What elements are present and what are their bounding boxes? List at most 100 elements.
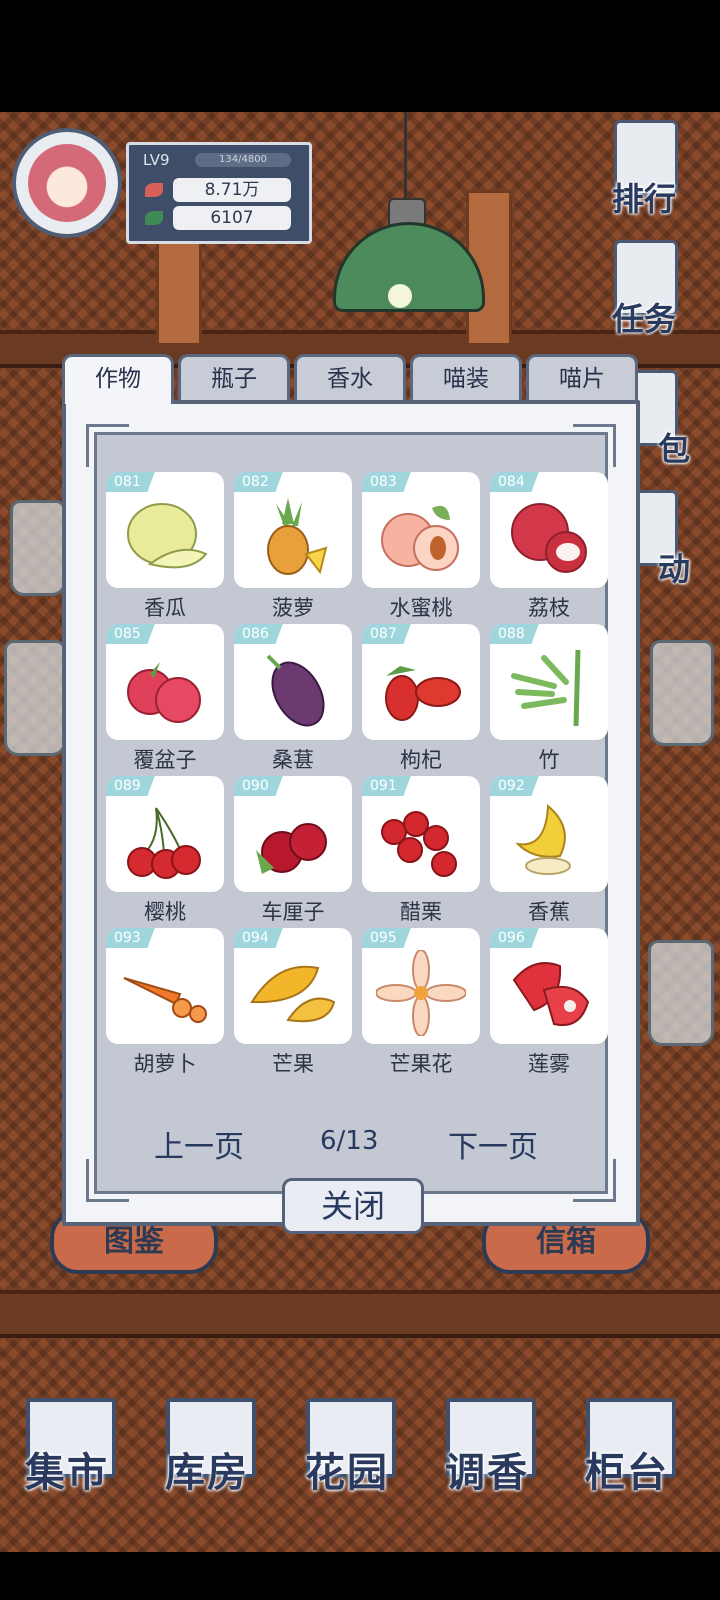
carrot-icon: [123, 977, 207, 1023]
item-name: 枸杞: [400, 748, 442, 772]
item-number: 092: [490, 776, 539, 796]
tasks-label: 任务: [611, 300, 676, 338]
ranking-button[interactable]: 排行: [598, 120, 690, 220]
nav-blend-label: 调香: [445, 1449, 529, 1496]
nav-counter[interactable]: 柜台: [572, 1398, 682, 1498]
player-profile[interactable]: LV9 134/4800 8.71万 6107: [8, 122, 312, 244]
item-number: 088: [490, 624, 539, 644]
jar: [648, 940, 714, 1046]
sweet-cherry-icon: [256, 823, 327, 874]
item-name: 香瓜: [144, 596, 186, 620]
goji-icon: [385, 666, 461, 721]
collection-tabs: 作物 瓶子 香水 喵装 喵片: [62, 354, 640, 404]
bottom-nav: 集市 库房 花园 调香 柜台: [0, 1388, 720, 1508]
tab-cat-cards[interactable]: 喵片: [526, 354, 638, 400]
item-number: 084: [490, 472, 539, 492]
avatar[interactable]: [12, 128, 122, 238]
item-card[interactable]: 093 胡萝卜: [106, 928, 224, 1076]
collection-panel: 081 香瓜 082 菠萝 083 水蜜桃 084 荔枝 085 覆盆子 086…: [62, 400, 640, 1226]
jar: [10, 500, 66, 596]
item-number: 081: [106, 472, 155, 492]
item-name: 醋栗: [400, 900, 442, 924]
nav-blend[interactable]: 调香: [432, 1398, 542, 1498]
item-card[interactable]: 084 荔枝: [490, 472, 608, 620]
tab-crops[interactable]: 作物: [62, 354, 174, 404]
item-number: 086: [234, 624, 283, 644]
nav-market[interactable]: 集市: [12, 1398, 122, 1498]
item-card[interactable]: 091 醋栗: [362, 776, 480, 924]
item-card[interactable]: 092 香蕉: [490, 776, 608, 924]
wood-beam: [156, 240, 202, 346]
leaf-count: 6107: [173, 206, 291, 230]
coin-count: 8.71万: [173, 178, 291, 202]
nav-garden[interactable]: 花园: [292, 1398, 402, 1498]
lychee-icon: [511, 503, 587, 573]
item-name: 胡萝卜: [133, 1052, 197, 1076]
exp-bar: 134/4800: [195, 153, 291, 167]
lamp-bulb: [388, 284, 412, 308]
item-card[interactable]: 082 菠萝: [234, 472, 352, 620]
close-button[interactable]: 关闭: [282, 1178, 424, 1234]
prev-page-button[interactable]: 上一页: [154, 1122, 244, 1166]
item-card[interactable]: 090 车厘子: [234, 776, 352, 924]
item-card[interactable]: 096 莲雾: [490, 928, 608, 1076]
tasks-button[interactable]: 任务: [598, 240, 690, 340]
gooseberry-icon: [381, 811, 457, 877]
nav-warehouse-label: 库房: [165, 1449, 249, 1496]
item-number: 093: [106, 928, 155, 948]
item-name: 菠萝: [272, 596, 314, 620]
tab-bottles[interactable]: 瓶子: [178, 354, 290, 400]
leaf-icon: [145, 211, 163, 225]
wax-apple-icon: [512, 962, 590, 1026]
nav-counter-label: 柜台: [585, 1449, 669, 1496]
item-number: 087: [362, 624, 411, 644]
mango-flower-icon: [376, 950, 466, 1036]
system-bar: [0, 1552, 720, 1600]
frame-corner: [86, 424, 129, 467]
item-number: 096: [490, 928, 539, 948]
item-number: 094: [234, 928, 283, 948]
item-card[interactable]: 085 覆盆子: [106, 624, 224, 772]
player-stats: LV9 134/4800 8.71万 6107: [126, 142, 312, 244]
item-card[interactable]: 087 枸杞: [362, 624, 480, 772]
counter-shelf: [0, 1290, 720, 1338]
frame-corner: [573, 424, 616, 467]
item-name: 莲雾: [528, 1052, 570, 1076]
tab-cat-outfits[interactable]: 喵装: [410, 354, 522, 400]
bamboo-icon: [511, 649, 581, 727]
item-name: 樱桃: [144, 900, 186, 924]
level-label: LV9: [143, 151, 170, 169]
item-card[interactable]: 095 芒果花: [362, 928, 480, 1076]
item-name: 荔枝: [528, 596, 570, 620]
item-number: 089: [106, 776, 155, 796]
item-name: 竹: [538, 748, 560, 772]
item-name: 香蕉: [528, 900, 570, 924]
item-card[interactable]: 086 桑葚: [234, 624, 352, 772]
item-number: 090: [234, 776, 283, 796]
item-card[interactable]: 088 竹: [490, 624, 608, 772]
item-card[interactable]: 094 芒果: [234, 928, 352, 1076]
jar: [4, 640, 66, 756]
item-card[interactable]: 081 香瓜: [106, 472, 224, 620]
item-name: 水蜜桃: [389, 596, 453, 620]
next-page-button[interactable]: 下一页: [448, 1122, 538, 1166]
cherry-icon: [127, 807, 201, 879]
item-card[interactable]: 089 樱桃: [106, 776, 224, 924]
mulberry-icon: [266, 654, 325, 727]
page-indicator: 6/13: [320, 1126, 379, 1156]
tab-perfume[interactable]: 香水: [294, 354, 406, 400]
jar: [650, 640, 714, 746]
nav-market-label: 集市: [25, 1449, 109, 1496]
item-name: 覆盆子: [133, 748, 197, 772]
nav-garden-label: 花园: [305, 1449, 389, 1496]
item-name: 车厘子: [261, 900, 325, 924]
raspberry-icon: [127, 662, 201, 723]
ranking-label: 排行: [611, 180, 676, 218]
banana-icon: [515, 803, 571, 875]
mango-icon: [250, 965, 336, 1023]
item-number: 085: [106, 624, 155, 644]
item-card[interactable]: 083 水蜜桃: [362, 472, 480, 620]
nav-warehouse[interactable]: 库房: [152, 1398, 262, 1498]
lamp-cord: [404, 112, 407, 200]
pineapple-icon: [267, 498, 328, 575]
